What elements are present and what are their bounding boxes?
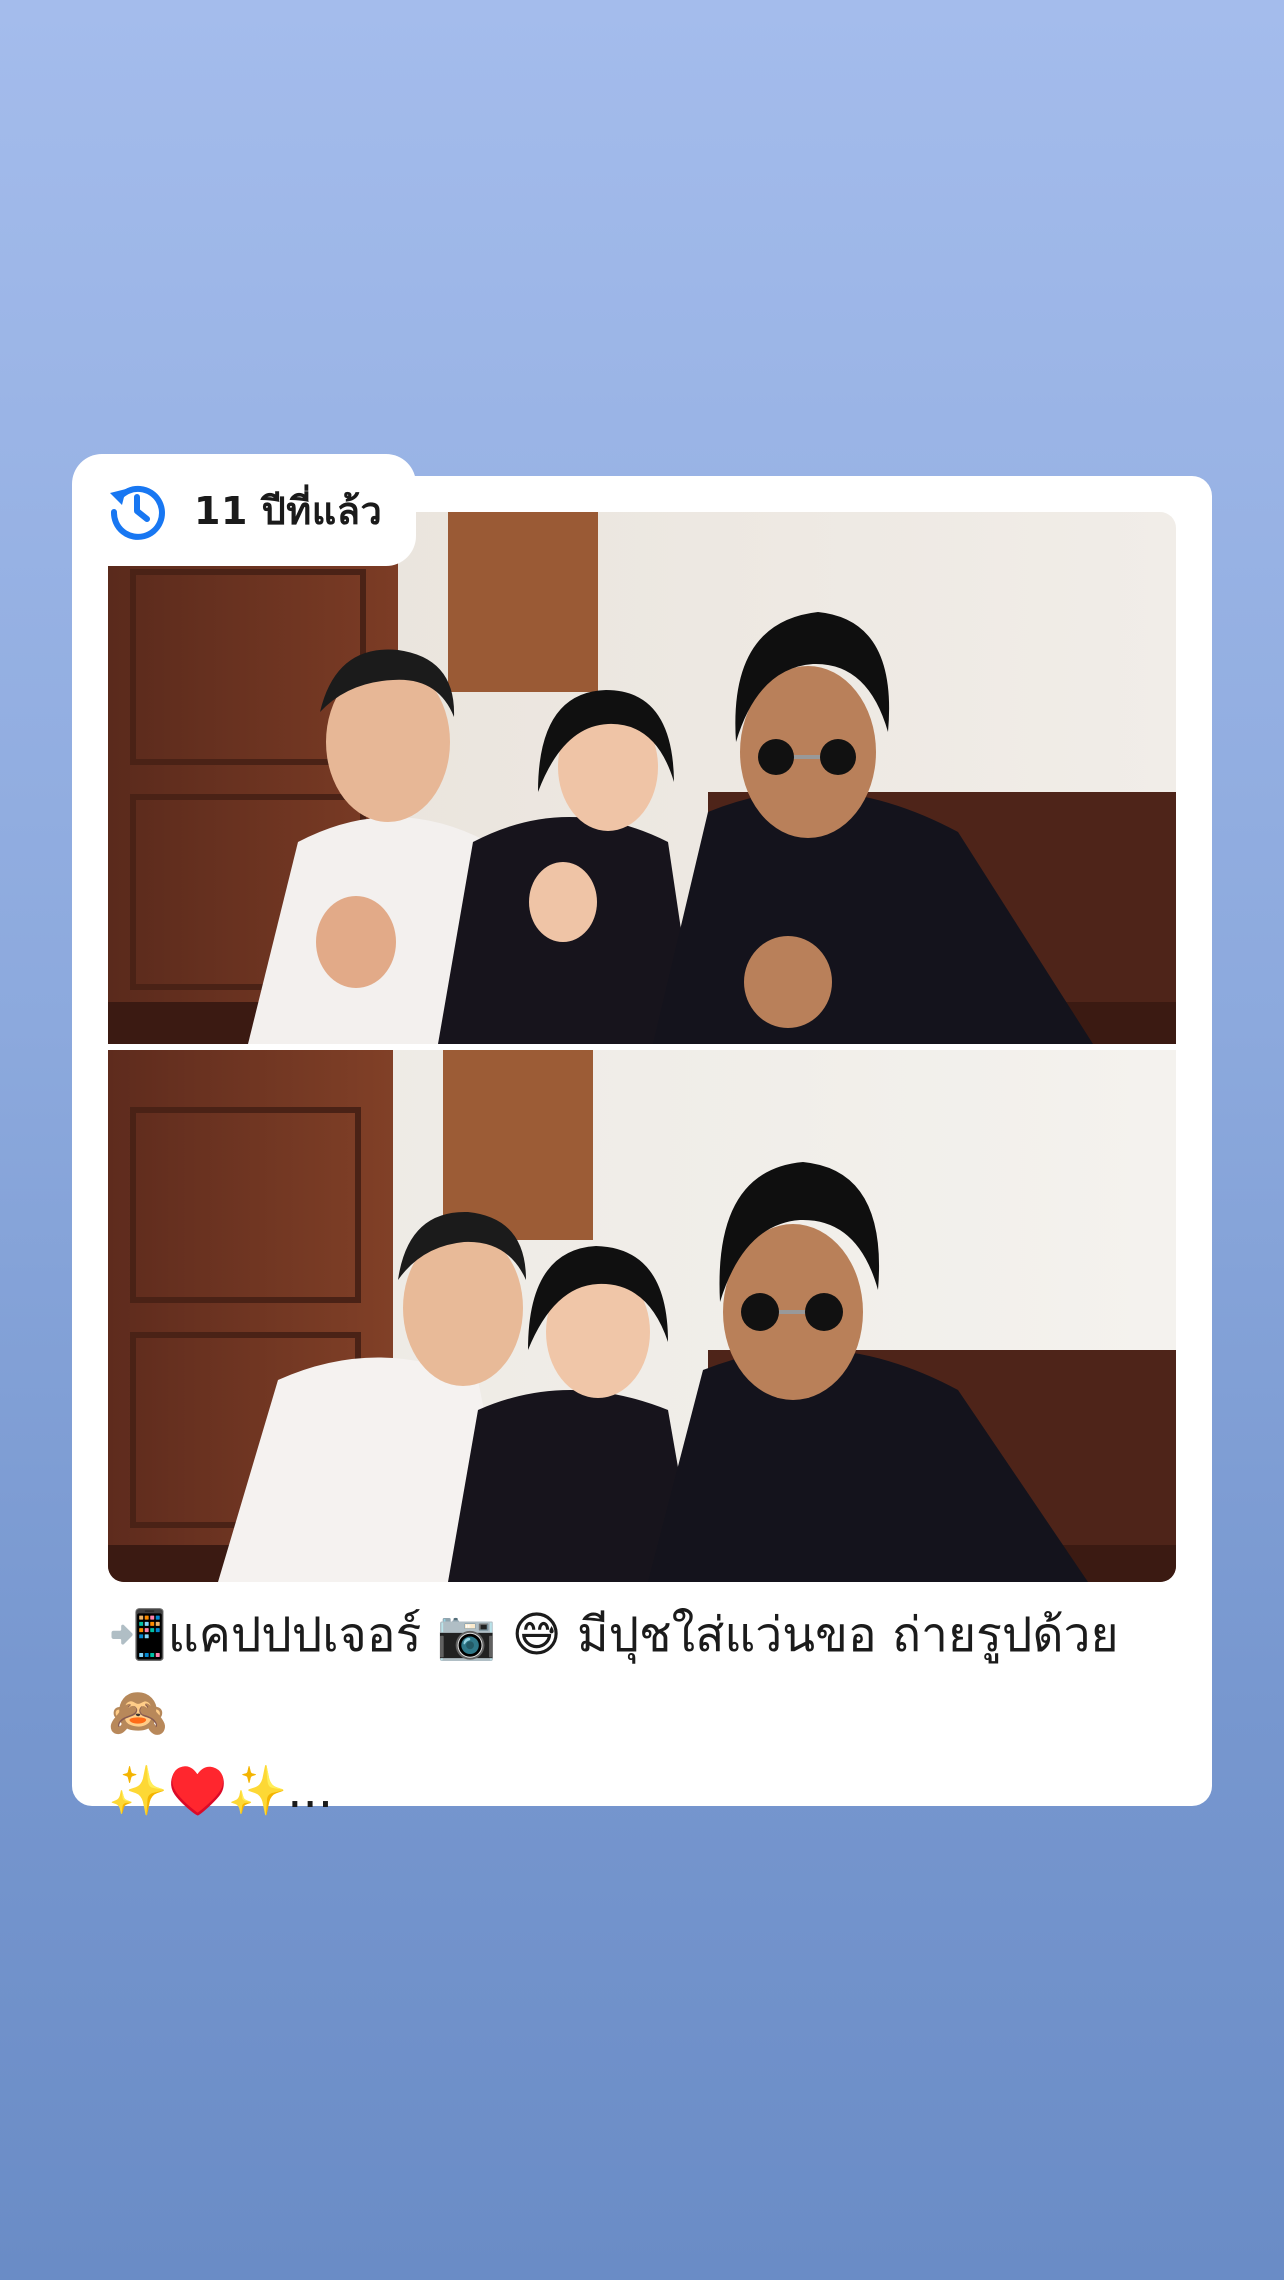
memory-years-label: 11 ปีที่แล้ว [194, 488, 383, 533]
memory-badge: 11 ปีที่แล้ว [72, 454, 416, 566]
history-clock-icon [106, 479, 168, 541]
memory-caption: 📲แคปปปเจอร์ 📷 😅 มีปุชใส่แว่นขอ ถ่ายรูปด้… [108, 1607, 1119, 1819]
group-photo-1[interactable] [108, 512, 1176, 1044]
group-photo-2[interactable] [108, 1050, 1176, 1582]
